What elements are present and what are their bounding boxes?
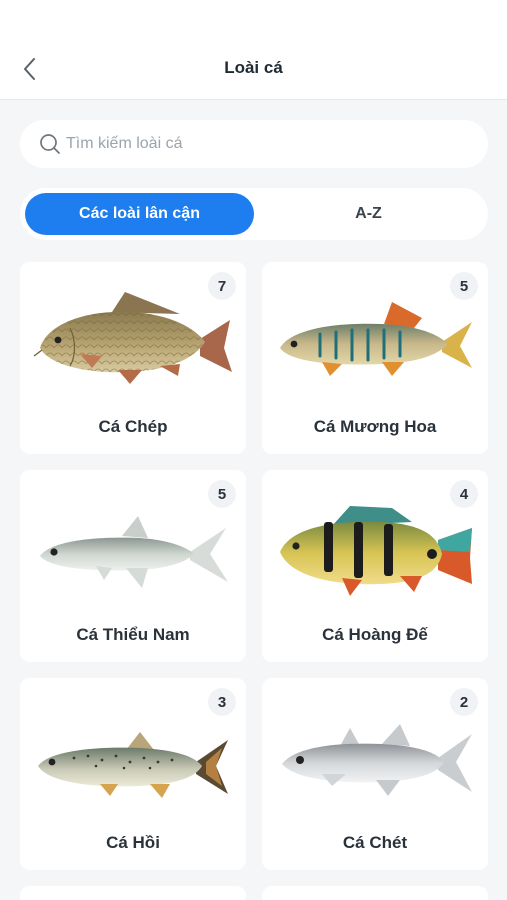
species-name: Cá Mương Hoa — [313, 417, 437, 436]
species-name: Cá Hoàng Đế — [322, 625, 428, 644]
tab-a-z[interactable]: A-Z — [254, 193, 483, 235]
species-name: Cá Thiểu Nam — [76, 625, 190, 644]
species-name: Cá Hồi — [106, 833, 160, 852]
threadfin-fish-image — [282, 724, 472, 796]
app-header: Loài cá — [0, 0, 507, 100]
carp-fish-image — [33, 292, 232, 384]
species-card[interactable]: 5 Cá Thiểu Nam — [20, 470, 246, 662]
trout-fish-image — [38, 732, 228, 798]
species-card-partial[interactable] — [20, 886, 246, 900]
barb-fish-image — [280, 302, 472, 376]
species-card[interactable]: 4 Cá Hoàng Đế — [262, 470, 488, 662]
search-icon — [38, 132, 62, 156]
tab-nearby-species[interactable]: Các loài lân cận — [25, 193, 254, 235]
species-name: Cá Chép — [98, 417, 168, 436]
species-card[interactable]: 3 Cá Hồi — [20, 678, 246, 870]
species-card[interactable]: 7 Cá Chép — [20, 262, 246, 454]
peacock-bass-image — [280, 506, 472, 596]
species-card[interactable]: 2 Cá Chét — [262, 678, 488, 870]
segmented-control: Các loài lân cận A-Z — [20, 188, 488, 240]
search-bar[interactable] — [20, 120, 488, 168]
species-card[interactable]: 5 Cá Mương Hoa — [262, 262, 488, 454]
page-title: Loài cá — [224, 58, 283, 77]
species-card-partial[interactable] — [262, 886, 488, 900]
search-input[interactable] — [66, 135, 466, 153]
species-name: Cá Chét — [342, 833, 408, 852]
silver-fish-image — [40, 516, 228, 588]
species-grid: 7 Cá Chép 5 Cá Mương Hoa 5 Cá Thiểu Nam … — [20, 262, 488, 900]
